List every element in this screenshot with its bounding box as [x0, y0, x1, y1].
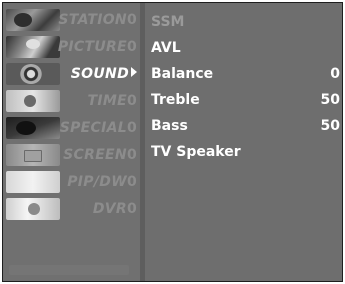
picture-icon: [6, 36, 60, 58]
option-treble-label: Treble: [151, 92, 200, 108]
menu-item-dvr[interactable]: DVR0: [3, 196, 140, 222]
menu-label-pip: PIP/DW0: [67, 174, 137, 190]
menu-item-station[interactable]: STATION0: [3, 7, 140, 33]
option-avl-label: AVL: [151, 40, 181, 56]
option-bass[interactable]: Bass 50: [151, 115, 340, 139]
screen-icon: [6, 144, 60, 166]
tv-osd-screen: STATION0 PICTURE0 SOUND TIME0 SPECIAL0 S…: [2, 2, 343, 282]
menu-item-sound[interactable]: SOUND: [3, 61, 140, 87]
option-ssm-label: SSM: [151, 14, 185, 30]
option-bass-value: 50: [320, 118, 340, 134]
option-tv-speaker[interactable]: TV Speaker: [151, 141, 340, 165]
option-balance-value: 0: [330, 66, 340, 82]
time-icon: [6, 90, 60, 112]
menu-item-screen[interactable]: SCREEN0: [3, 142, 140, 168]
menu-label-special: SPECIAL0: [59, 120, 137, 136]
option-tv-speaker-label: TV Speaker: [151, 144, 241, 160]
sound-submenu-panel: SSM AVL Balance 0 Treble 50 Bass 50 TV S…: [145, 3, 342, 281]
option-bass-label: Bass: [151, 118, 188, 134]
station-icon: [6, 9, 60, 31]
option-ssm[interactable]: SSM: [151, 11, 340, 35]
menu-label-picture: PICTURE0: [57, 39, 137, 55]
main-menu-panel: STATION0 PICTURE0 SOUND TIME0 SPECIAL0 S…: [3, 3, 140, 281]
menu-label-sound: SOUND: [71, 66, 137, 82]
menu-label-time: TIME0: [87, 93, 137, 109]
option-treble[interactable]: Treble 50: [151, 89, 340, 113]
option-balance-label: Balance: [151, 66, 214, 82]
pip-icon: [6, 171, 60, 193]
menu-label-dvr: DVR0: [92, 201, 137, 217]
dvr-icon: [6, 198, 60, 220]
sound-icon: [6, 63, 60, 85]
submenu-arrow-icon: [131, 67, 137, 77]
special-icon: [6, 117, 60, 139]
option-balance[interactable]: Balance 0: [151, 63, 340, 87]
menu-label-screen: SCREEN0: [63, 147, 137, 163]
menu-label-station: STATION0: [58, 12, 137, 28]
menu-item-special[interactable]: SPECIAL0: [3, 115, 140, 141]
menu-item-pip[interactable]: PIP/DW0: [3, 169, 140, 195]
menu-item-time[interactable]: TIME0: [3, 88, 140, 114]
footer-hint: [9, 265, 129, 275]
menu-item-picture[interactable]: PICTURE0: [3, 34, 140, 60]
option-avl[interactable]: AVL: [151, 37, 340, 61]
option-treble-value: 50: [320, 92, 340, 108]
